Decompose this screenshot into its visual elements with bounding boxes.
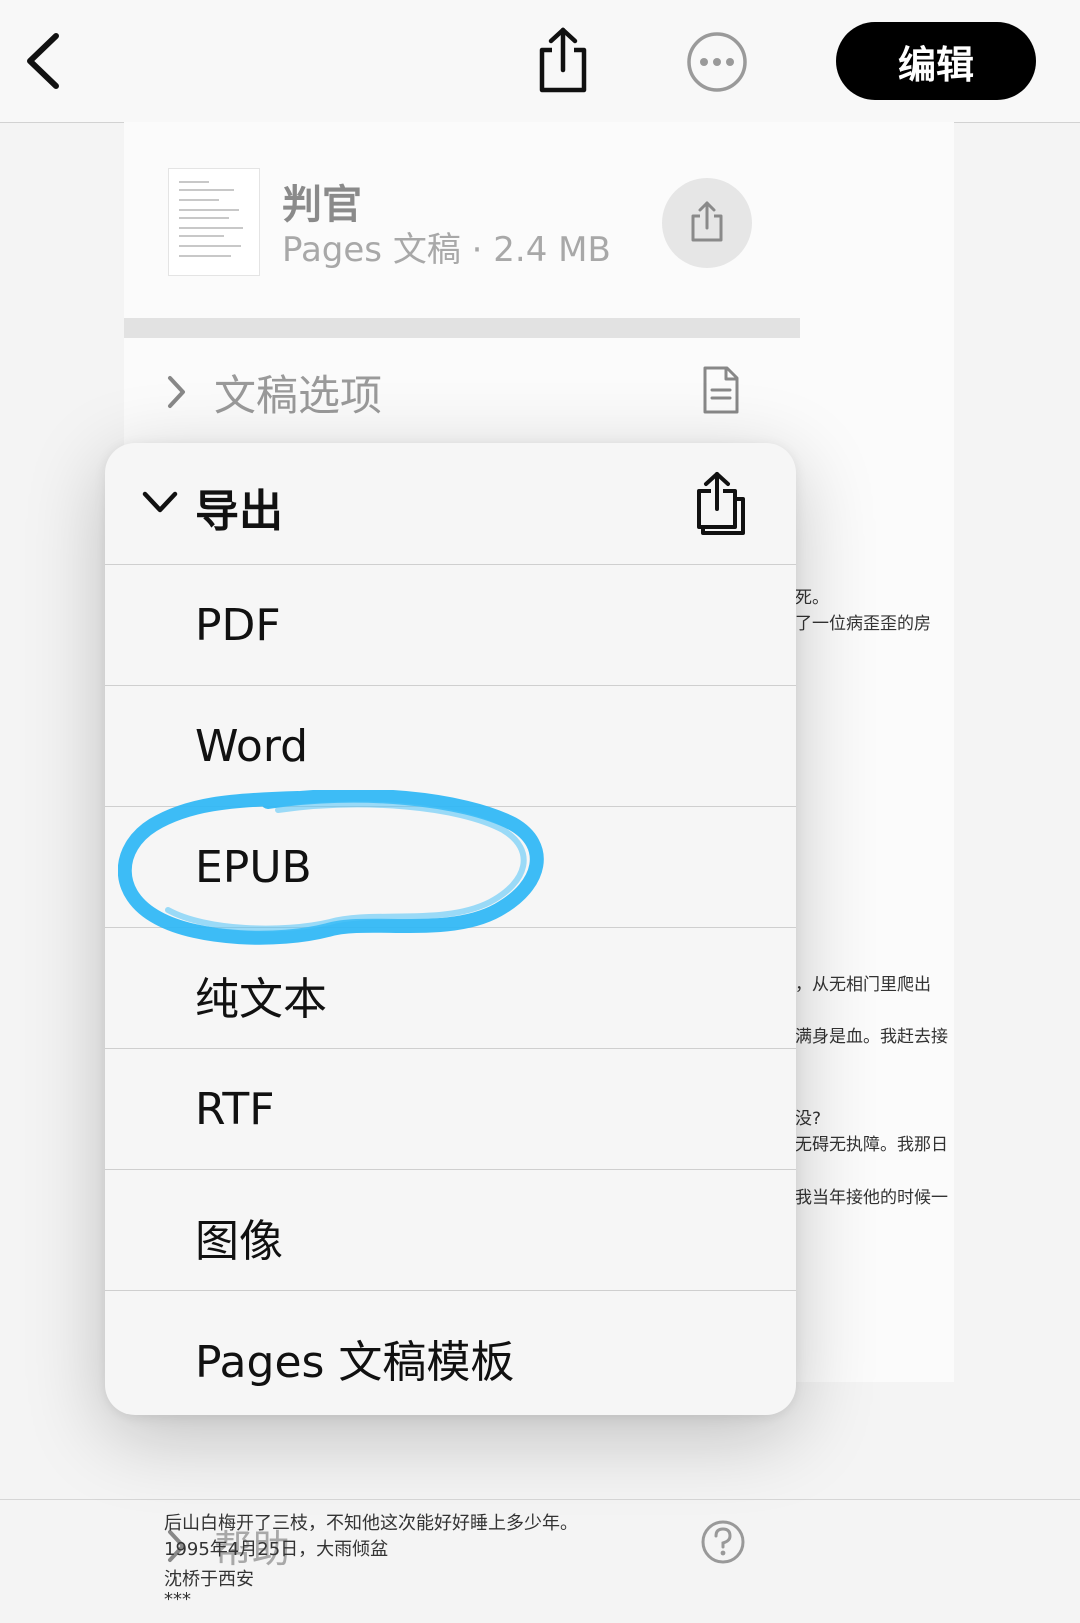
document-options-label: 文稿选项: [214, 371, 383, 420]
export-menu-title: 导出: [195, 486, 283, 537]
export-menu-header[interactable]: 导出: [105, 443, 796, 565]
menu-item-label: 纯文本: [195, 974, 327, 1025]
chevron-left-icon: [27, 33, 59, 89]
document-text-line: 无碍无执障。我那日: [795, 1135, 948, 1155]
document-text-line: ***: [164, 1589, 191, 1610]
back-button[interactable]: [20, 28, 80, 94]
document-text-line: 了一位病歪歪的房: [795, 614, 931, 634]
edit-button[interactable]: 编辑: [836, 22, 1036, 100]
navigation-bar: 编辑: [0, 0, 1080, 123]
share-icon: [691, 201, 723, 242]
section-divider: [124, 318, 800, 338]
document-text-line: 沈桥于西安: [164, 1569, 254, 1590]
menu-item-label: RTF: [195, 1084, 275, 1135]
file-share-button[interactable]: [662, 178, 752, 268]
export-option-word[interactable]: Word: [105, 685, 796, 807]
export-option-epub[interactable]: EPUB: [105, 806, 796, 928]
question-circle-icon: [701, 1520, 745, 1564]
export-option-plain-text[interactable]: 纯文本: [105, 927, 796, 1049]
chevron-down-icon: [142, 491, 178, 513]
menu-item-label: Pages 文稿模板: [195, 1337, 515, 1388]
document-text-line: 1995年4月25日，大雨倾盆: [164, 1539, 389, 1560]
divider: [0, 1499, 1080, 1500]
menu-item-label: PDF: [195, 600, 281, 651]
document-thumbnail: [168, 168, 260, 276]
document-icon: [703, 366, 739, 414]
file-info-card: 判官 Pages 文稿 · 2.4 MB: [124, 162, 800, 282]
export-option-rtf[interactable]: RTF: [105, 1048, 796, 1170]
chevron-right-icon: [168, 376, 185, 408]
share-icon: [539, 27, 587, 93]
more-button[interactable]: [686, 31, 748, 93]
file-subtitle: Pages 文稿 · 2.4 MB: [282, 230, 611, 270]
document-text-line: 死。: [795, 588, 829, 608]
document-options-row[interactable]: 文稿选项: [124, 352, 800, 432]
export-copies-icon: [697, 472, 745, 535]
document-text-line: 我当年接他的时候一: [795, 1188, 948, 1208]
document-text-line: 后山白梅开了三枝，不知他这次能好好睡上多少年。: [164, 1513, 578, 1534]
ellipsis-circle-icon: [687, 32, 747, 92]
export-option-image[interactable]: 图像: [105, 1169, 796, 1291]
export-option-pages-template[interactable]: Pages 文稿模板: [105, 1290, 796, 1411]
share-button[interactable]: [530, 26, 596, 96]
document-text-line: ，从无相门里爬出: [795, 975, 931, 995]
menu-item-label: 图像: [195, 1216, 283, 1267]
document-text-line: 没?: [795, 1109, 822, 1129]
menu-item-label: Word: [195, 721, 309, 772]
export-menu: 导出 PDF Word EPUB 纯文本 RTF 图像 Pages 文稿模板: [105, 443, 796, 1415]
menu-item-label: EPUB: [195, 842, 312, 893]
export-option-pdf[interactable]: PDF: [105, 564, 796, 686]
document-text-line: 满身是血。我赶去接: [795, 1027, 948, 1047]
